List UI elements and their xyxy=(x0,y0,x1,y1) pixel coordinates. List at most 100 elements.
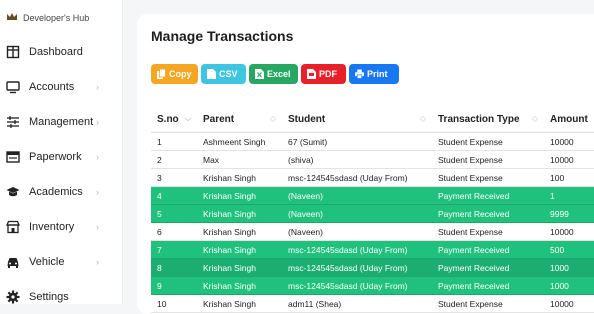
csv-button-label: CSV xyxy=(219,69,238,79)
sidebar: Developer's Hub Dashboard Accounts › Man… xyxy=(0,0,123,304)
cell-type: Payment Received xyxy=(432,276,544,295)
chevron-right-icon: › xyxy=(96,187,99,197)
cell-student: msc-124545sdasd (Uday From) xyxy=(282,276,432,295)
crown-icon xyxy=(6,11,18,25)
table-row[interactable]: 9 Krishan Singh msc-124545sdasd (Uday Fr… xyxy=(151,276,594,295)
chevron-right-icon: › xyxy=(96,82,99,92)
cell-amount: 10000 xyxy=(544,150,594,169)
sidebar-item-label: Inventory xyxy=(29,221,75,233)
copy-icon xyxy=(157,69,166,79)
gear-icon xyxy=(6,290,20,304)
brand[interactable]: Developer's Hub xyxy=(6,10,89,26)
table-row[interactable]: 7 Krishan Singh msc-124545sdasd (Uday Fr… xyxy=(151,240,594,259)
cell-sno: 8 xyxy=(151,258,197,277)
table-row[interactable]: 2 Max (shiva) Student Expense 10000 xyxy=(151,150,594,169)
cell-student: msc-124545sdasd (Uday From) xyxy=(282,258,432,277)
store-icon xyxy=(6,220,20,234)
cell-type: Payment Received xyxy=(432,240,544,259)
chevron-right-icon: › xyxy=(96,117,99,127)
table-row[interactable]: 1 Ashmeent Singh 67 (Sumit) Student Expe… xyxy=(151,132,594,151)
cell-sno: 9 xyxy=(151,276,197,295)
printer-icon xyxy=(355,69,364,79)
paperwork-icon xyxy=(6,150,20,164)
cell-type: Student Expense xyxy=(432,150,544,169)
sidebar-item-label: Accounts xyxy=(29,81,75,93)
cell-parent: Max xyxy=(197,150,282,169)
cell-type: Payment Received xyxy=(432,204,544,223)
cell-type: Payment Received xyxy=(432,186,544,205)
car-icon xyxy=(6,255,20,269)
cell-parent: Krishan Singh xyxy=(197,168,282,187)
pdf-button[interactable]: PDF xyxy=(301,64,346,84)
graduation-cap-icon xyxy=(6,185,20,199)
sidebar-item-academics[interactable]: Academics › xyxy=(0,179,122,205)
cell-sno: 5 xyxy=(151,204,197,223)
csv-button[interactable]: CSV xyxy=(201,64,246,84)
cell-student: (Naveen) xyxy=(282,222,432,241)
sidebar-item-label: Dashboard xyxy=(29,46,83,58)
cell-amount: 10000 xyxy=(544,222,594,241)
table-row[interactable]: 8 Krishan Singh msc-124545sdasd (Uday Fr… xyxy=(151,258,594,277)
column-header-parent[interactable]: Parent ◇ xyxy=(197,106,282,133)
sidebar-item-label: Settings xyxy=(29,291,69,303)
copy-button-label: Copy xyxy=(169,69,192,79)
table-row[interactable]: 5 Krishan Singh (Naveen) Payment Receive… xyxy=(151,204,594,223)
sidebar-item-dashboard[interactable]: Dashboard xyxy=(0,39,122,65)
cell-sno: 3 xyxy=(151,168,197,187)
column-header-student[interactable]: Student ◇ xyxy=(282,106,432,133)
cell-parent: Krishan Singh xyxy=(197,186,282,205)
sidebar-item-management[interactable]: Management › xyxy=(0,109,122,135)
cell-parent: Krishan Singh xyxy=(197,222,282,241)
table-row[interactable]: 4 Krishan Singh (Naveen) Payment Receive… xyxy=(151,186,594,205)
column-header-sno[interactable]: S.no ⌵ xyxy=(151,106,197,133)
sort-icon: ⌵ xyxy=(184,114,191,123)
cell-amount: 500 xyxy=(544,240,594,259)
cell-amount: 100 xyxy=(544,168,594,187)
cell-amount: 1000 xyxy=(544,258,594,277)
cell-student: 67 (Sumit) xyxy=(282,132,432,151)
cell-amount: 9999 xyxy=(544,204,594,223)
cell-type: Payment Received xyxy=(432,258,544,277)
sidebar-item-accounts[interactable]: Accounts › xyxy=(0,74,122,100)
export-toolbar: Copy CSV Excel PDF Print xyxy=(151,64,399,84)
column-header-transaction-type[interactable]: Transaction Type ◇ xyxy=(432,106,544,133)
cell-student: (shiva) xyxy=(282,150,432,169)
sort-icon: ◇ xyxy=(419,114,426,123)
transactions-card: Manage Transactions Copy CSV Excel PDF P… xyxy=(137,14,594,314)
sidebar-item-vehicle[interactable]: Vehicle › xyxy=(0,249,122,275)
cell-parent: Krishan Singh xyxy=(197,276,282,295)
sidebar-item-settings[interactable]: Settings xyxy=(0,284,122,310)
copy-button[interactable]: Copy xyxy=(151,64,198,84)
pdf-button-label: PDF xyxy=(319,69,337,79)
cell-parent: Krishan Singh xyxy=(197,240,282,259)
table-row[interactable]: 6 Krishan Singh (Naveen) Student Expense… xyxy=(151,222,594,241)
cell-parent: Krishan Singh xyxy=(197,258,282,277)
excel-button[interactable]: Excel xyxy=(249,64,298,84)
sliders-icon xyxy=(6,115,20,129)
dashboard-icon xyxy=(6,45,20,59)
sidebar-item-label: Management xyxy=(29,116,94,128)
csv-file-icon xyxy=(207,69,216,79)
chevron-right-icon: › xyxy=(96,222,99,232)
sidebar-item-inventory[interactable]: Inventory › xyxy=(0,214,122,240)
transactions-table: S.no ⌵ Parent ◇ Student ◇ Transaction Type ◇… xyxy=(151,106,594,313)
sidebar-item-label: Vehicle xyxy=(29,256,65,268)
excel-button-label: Excel xyxy=(267,69,291,79)
print-button[interactable]: Print xyxy=(349,64,399,84)
pdf-file-icon xyxy=(307,69,316,79)
table-row[interactable]: 3 Krishan Singh msc-124545sdasd (Uday Fr… xyxy=(151,168,594,187)
page-title: Manage Transactions xyxy=(151,28,294,44)
column-header-amount[interactable]: Amount xyxy=(544,106,594,133)
print-button-label: Print xyxy=(367,69,388,79)
sidebar-item-paperwork[interactable]: Paperwork › xyxy=(0,144,122,170)
sidebar-item-label: Paperwork xyxy=(29,151,82,163)
cell-amount: 10000 xyxy=(544,132,594,151)
cell-sno: 6 xyxy=(151,222,197,241)
monitor-icon xyxy=(6,80,20,94)
sort-icon: ◇ xyxy=(531,114,538,123)
cell-type: Student Expense xyxy=(432,132,544,151)
cell-student: msc-124545sdasd (Uday From) xyxy=(282,168,432,187)
cell-sno: 4 xyxy=(151,186,197,205)
chevron-right-icon: › xyxy=(96,257,99,267)
sidebar-item-label: Academics xyxy=(29,186,83,198)
